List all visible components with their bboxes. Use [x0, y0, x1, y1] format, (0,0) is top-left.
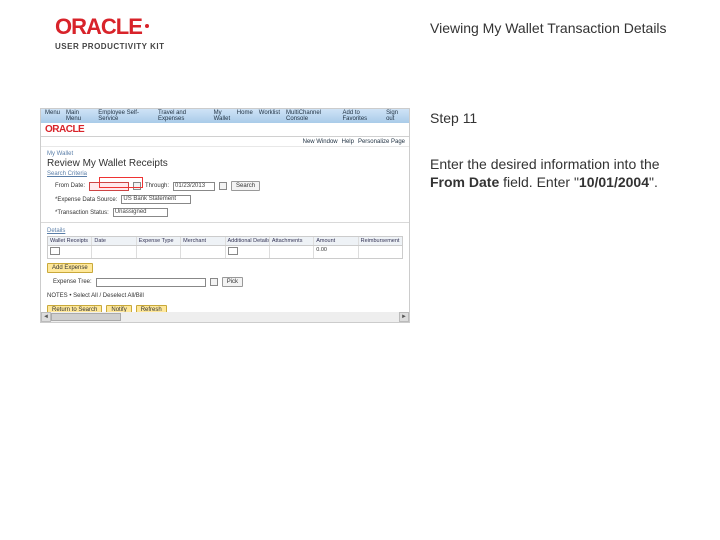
grid-header: Expense Type	[137, 237, 181, 245]
ps-top-item[interactable]: Menu	[45, 110, 60, 122]
details-link[interactable]: Details	[41, 226, 409, 234]
ps-help-link[interactable]: Help	[342, 139, 354, 145]
instruction-field-name: From Date	[430, 174, 499, 190]
ps-oracle-logo: ORACLE	[45, 124, 84, 135]
instruction-text: Enter the desired information into the F…	[430, 155, 680, 191]
transaction-status-select[interactable]: Unassigned	[113, 208, 168, 217]
search-criteria-link[interactable]: Search Criteria	[41, 171, 409, 179]
grid-cell	[92, 246, 136, 258]
search-button[interactable]: Search	[231, 181, 260, 191]
grid-header: Reimbursement	[359, 237, 402, 245]
grid-header: Merchant	[181, 237, 225, 245]
ps-top-item[interactable]: Travel and Expenses	[158, 110, 208, 122]
scroll-track[interactable]	[51, 312, 399, 322]
receipts-grid: Wallet Receipts Date Expense Type Mercha…	[47, 236, 403, 259]
grid-cell: 0.00	[314, 246, 358, 258]
oracle-wordmark: ORACLE	[55, 14, 142, 40]
ps-personalize-link[interactable]: Personalize Page	[358, 139, 405, 145]
calendar-icon[interactable]	[133, 182, 141, 190]
calendar-icon[interactable]	[219, 182, 227, 190]
note-row: NOTES • Select All / Deselect All/Bill	[41, 289, 409, 303]
date-search-row: From Date: Through: 01/23/2013 Search	[41, 179, 409, 193]
source-row: *Expense Data Source: US Bank Statement	[41, 193, 409, 206]
ps-top-item[interactable]: Employee Self-Service	[98, 110, 152, 122]
doc-header: ORACLE USER PRODUCTIVITY KIT	[55, 14, 164, 51]
ps-signout-link[interactable]: Sign out	[386, 110, 405, 122]
ps-breadcrumb-menu: Menu Main Menu Employee Self-Service Tra…	[45, 110, 237, 122]
instruction-prefix: Enter the desired information into the	[430, 156, 660, 172]
page-title: Review My Wallet Receipts	[41, 157, 409, 171]
add-expense-row: Add Expense	[41, 261, 409, 275]
data-source-select[interactable]: US Bank Statement	[121, 195, 191, 204]
ps-home-link[interactable]: Home	[237, 110, 253, 122]
through-date-label: Through:	[145, 183, 169, 189]
horizontal-scrollbar[interactable]: ◄ ►	[41, 312, 409, 322]
row-checkbox[interactable]	[50, 247, 60, 255]
details-icon[interactable]	[228, 247, 238, 255]
grid-header-row: Wallet Receipts Date Expense Type Mercha…	[48, 237, 402, 246]
ps-logo-row: ORACLE	[41, 123, 409, 137]
add-expense-button[interactable]: Add Expense	[47, 263, 93, 273]
ps-top-links: Home Worklist MultiChannel Console Add t…	[237, 110, 405, 122]
table-row: 0.00	[48, 246, 402, 258]
lookup-icon[interactable]	[210, 278, 218, 286]
grid-header: Additional Details	[226, 237, 270, 245]
grid-header: Wallet Receipts	[48, 237, 92, 245]
expense-tree-label: Expense Tree:	[53, 279, 92, 285]
separator	[41, 222, 409, 223]
grid-cell	[137, 246, 181, 258]
product-line: USER PRODUCTIVITY KIT	[55, 42, 164, 51]
doc-title: Viewing My Wallet Transaction Details	[430, 20, 667, 36]
pick-button[interactable]: Pick	[222, 277, 243, 287]
oracle-logo-dot	[145, 24, 149, 28]
ps-favorites-link[interactable]: Add to Favorites	[343, 110, 381, 122]
scroll-left-arrow-icon[interactable]: ◄	[41, 312, 51, 322]
expense-tree-input[interactable]	[96, 278, 206, 287]
through-date-field[interactable]: 01/23/2013	[173, 182, 215, 191]
status-row: *Transaction Status: Unassigned	[41, 206, 409, 219]
grid-cell	[48, 246, 92, 258]
ps-new-window-link[interactable]: New Window	[303, 139, 338, 145]
transaction-status-label: *Transaction Status:	[55, 210, 109, 216]
grid-cell	[359, 246, 402, 258]
grid-header: Amount	[314, 237, 358, 245]
ps-top-item[interactable]: Main Menu	[66, 110, 92, 122]
embedded-app-screenshot: Menu Main Menu Employee Self-Service Tra…	[40, 108, 410, 323]
from-date-field[interactable]	[89, 182, 129, 191]
instruction-middle: field. Enter "	[499, 174, 579, 190]
grid-cell	[226, 246, 270, 258]
ps-top-item[interactable]: My Wallet	[214, 110, 237, 122]
expense-tree-row: Expense Tree: Pick	[41, 275, 409, 289]
instruction-value: 10/01/2004	[579, 174, 649, 190]
instruction-suffix: ".	[649, 174, 658, 190]
ps-mcc-link[interactable]: MultiChannel Console	[286, 110, 336, 122]
grid-cell	[270, 246, 314, 258]
ps-worklist-link[interactable]: Worklist	[259, 110, 280, 122]
grid-header: Attachments	[270, 237, 314, 245]
grid-header: Date	[92, 237, 136, 245]
from-date-label: From Date:	[55, 183, 85, 189]
step-label: Step 11	[430, 110, 477, 126]
grid-cell	[181, 246, 225, 258]
ps-user-row: New Window Help Personalize Page	[41, 137, 409, 147]
oracle-logo: ORACLE	[55, 14, 164, 40]
data-source-label: *Expense Data Source:	[55, 197, 117, 203]
page-breadcrumb: My Wallet	[41, 147, 409, 157]
ps-topbar: Menu Main Menu Employee Self-Service Tra…	[41, 109, 409, 123]
scroll-thumb[interactable]	[51, 313, 121, 321]
scroll-right-arrow-icon[interactable]: ►	[399, 312, 409, 322]
